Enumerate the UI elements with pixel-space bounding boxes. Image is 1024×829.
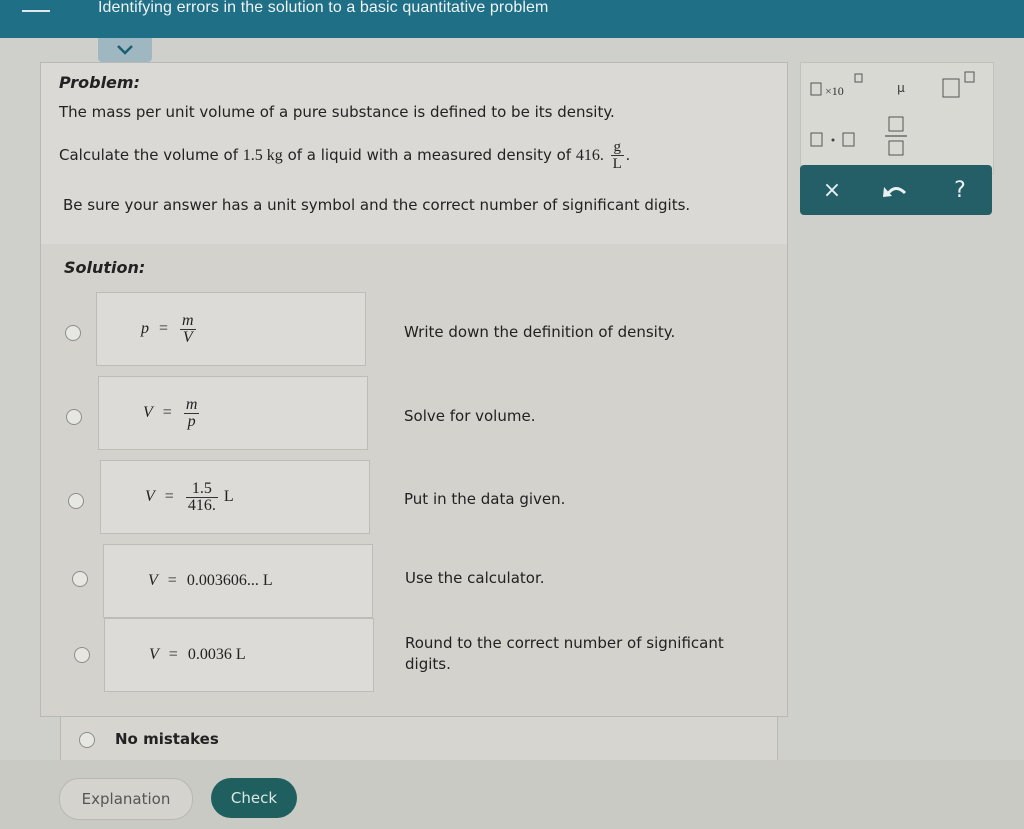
page-title: Identifying errors in the solution to a …: [98, 0, 549, 16]
step-5-equation: V = 0.0036 L: [104, 618, 374, 692]
mass-value: 1.5 kg: [242, 147, 283, 164]
collapse-tab[interactable]: [98, 38, 152, 62]
chevron-down-icon: [117, 45, 133, 55]
mu-key[interactable]: μ: [889, 75, 913, 101]
help-button[interactable]: ?: [928, 165, 992, 215]
step-4-text: Use the calculator.: [405, 569, 545, 587]
step-5-text: Round to the correct number of significa…: [405, 634, 724, 673]
undo-icon: [883, 187, 907, 197]
no-mistakes-radio[interactable]: [79, 732, 95, 748]
keypad-tools: × ?: [800, 165, 992, 215]
menu-icon[interactable]: [22, 10, 50, 12]
exponent-icon: [942, 71, 975, 98]
check-button[interactable]: Check: [211, 778, 297, 818]
fraction-key[interactable]: [879, 111, 915, 161]
multiply-key[interactable]: [809, 125, 865, 155]
clear-button[interactable]: ×: [800, 165, 864, 215]
problem-instructions: Be sure your answer has a unit symbol an…: [63, 196, 691, 214]
step-2-text: Solve for volume.: [404, 407, 536, 425]
step-5-radio[interactable]: [74, 647, 90, 663]
step-2-equation: V = m p: [98, 376, 368, 450]
no-mistakes-option[interactable]: No mistakes: [60, 716, 778, 762]
step-1-text: Write down the definition of density.: [404, 323, 676, 341]
math-keypad: ×10 μ: [800, 62, 994, 174]
undo-button[interactable]: [864, 165, 928, 215]
fraction-icon: [885, 116, 907, 156]
explanation-button[interactable]: Explanation: [59, 778, 193, 820]
density-unit: g L: [610, 139, 624, 172]
step-4-equation: V = 0.003606... L: [103, 544, 373, 618]
solution-label: Solution:: [64, 258, 146, 277]
step-3-radio[interactable]: [68, 493, 84, 509]
step-1-equation: p = m V: [96, 292, 366, 366]
step-1-radio[interactable]: [65, 325, 81, 341]
step-3-text: Put in the data given.: [404, 490, 566, 508]
step-3-equation: V = 1.5 416. L: [100, 460, 370, 534]
top-bar: Identifying errors in the solution to a …: [0, 0, 1024, 38]
x10-key[interactable]: ×10: [809, 71, 869, 101]
problem-definition: The mass per unit volume of a pure subst…: [59, 103, 615, 121]
no-mistakes-label: No mistakes: [115, 730, 219, 748]
multiply-dot-icon: [810, 132, 855, 147]
step-2-radio[interactable]: [66, 409, 82, 425]
problem-panel: Problem: The mass per unit volume of a p…: [40, 62, 788, 246]
density-value: 416.: [575, 147, 604, 164]
exponent-key[interactable]: [939, 69, 989, 101]
step-4-radio[interactable]: [72, 571, 88, 587]
problem-label: Problem:: [59, 73, 140, 92]
problem-question: Calculate the volume of 1.5 kg of a liqu…: [59, 139, 630, 172]
